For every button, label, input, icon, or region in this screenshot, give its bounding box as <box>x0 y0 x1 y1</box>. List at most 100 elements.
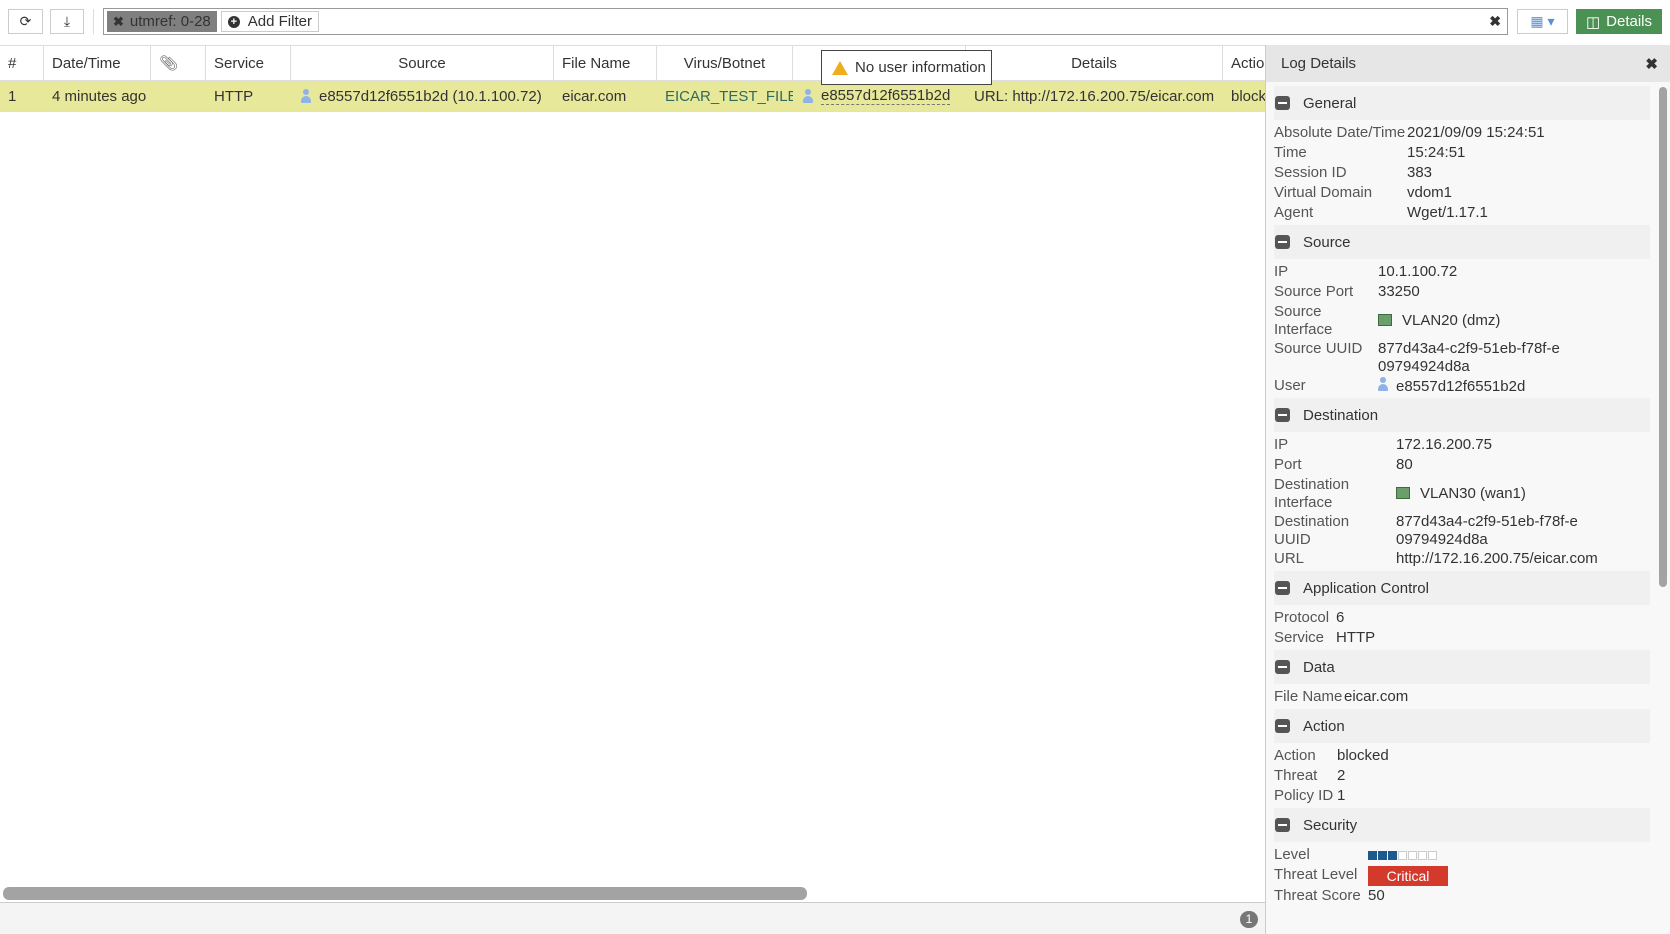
field-value: 383 <box>1407 164 1433 181</box>
add-filter-label: Add Filter <box>247 13 312 30</box>
field-row: File Name eicar.com <box>1274 687 1650 707</box>
cell-service: HTTP <box>214 87 254 105</box>
section-title: Data <box>1303 658 1335 676</box>
col-file-name[interactable]: File Name <box>554 46 657 80</box>
user-text: e8557d12f6551b2d <box>1396 378 1526 395</box>
log-details-panel: Log Details ✖ General Absolute Date/Time 2… <box>1265 45 1670 934</box>
details-toggle-button[interactable]: ◫ Details <box>1576 9 1662 34</box>
col-number[interactable]: # <box>0 46 44 80</box>
level-meter <box>1368 846 1437 864</box>
field-label: Virtual Domain <box>1274 184 1373 201</box>
section-title: Application Control <box>1303 579 1429 597</box>
tooltip: No user information <box>821 50 992 85</box>
field-label: Source UUID <box>1274 340 1363 357</box>
plus-circle-icon: + <box>227 15 240 28</box>
section-source[interactable]: Source <box>1274 225 1650 259</box>
source-text: e8557d12f6551b2d (10.1.100.72) <box>319 87 542 105</box>
user-icon <box>1378 377 1388 391</box>
collapse-icon[interactable] <box>1275 581 1290 595</box>
section-destination[interactable]: Destination <box>1274 398 1650 432</box>
field-value: vdom1 <box>1407 184 1453 201</box>
field-value: 1 <box>1337 787 1346 804</box>
field-label: Session ID <box>1274 164 1347 181</box>
field-row: Virtual Domain vdom1 <box>1274 183 1650 203</box>
col-action[interactable]: Actio <box>1223 46 1265 80</box>
table-header: # Date/Time 📎︎ Service Source File Name … <box>0 45 1265 81</box>
section-title: Security <box>1303 816 1358 834</box>
field-label: Source Interface <box>1274 303 1333 338</box>
filter-chip[interactable]: ✖ utmref: 0-28 <box>107 11 217 32</box>
toolbar-divider <box>93 9 94 34</box>
panel-title: Log Details <box>1281 55 1357 72</box>
download-button[interactable]: ⤓ <box>50 9 84 34</box>
source-uuid: 877d43a4-c2f9-51eb-f78f-e09794924d8a <box>1378 340 1560 375</box>
horizontal-scrollbar[interactable] <box>3 887 807 900</box>
source-port: 33250 <box>1378 283 1420 300</box>
column-settings-button[interactable]: ▦ ▾ <box>1517 9 1568 34</box>
user-icon <box>803 89 813 103</box>
collapse-icon[interactable] <box>1275 660 1290 674</box>
filter-bar[interactable]: ✖ utmref: 0-28 + Add Filter ✖ <box>103 8 1508 35</box>
destination-interface: VLAN30 (wan1) <box>1396 485 1526 503</box>
cell-virus-link[interactable]: EICAR_TEST_FILE <box>657 81 793 111</box>
field-row: Policy ID 1 <box>1274 786 1650 806</box>
collapse-icon[interactable] <box>1275 719 1290 733</box>
clear-filter-icon[interactable]: ✖ <box>1489 13 1501 30</box>
col-details[interactable]: Details <box>966 46 1223 80</box>
paperclip-icon: 📎︎ <box>159 55 179 72</box>
row-count-badge: 1 <box>1240 911 1258 928</box>
field-label: Service <box>1274 629 1325 646</box>
collapse-icon[interactable] <box>1275 408 1290 422</box>
field-label: Action <box>1274 747 1316 764</box>
section-action[interactable]: Action <box>1274 709 1650 743</box>
field-label: Level <box>1274 846 1310 863</box>
collapse-icon[interactable] <box>1275 818 1290 832</box>
field-value: 15:24:51 <box>1407 144 1466 161</box>
field-label: Policy ID <box>1274 787 1334 804</box>
remove-filter-icon[interactable]: ✖ <box>113 14 124 30</box>
section-application-control[interactable]: Application Control <box>1274 571 1650 605</box>
field-label: Destination Interface <box>1274 476 1350 511</box>
col-service[interactable]: Service <box>206 46 291 80</box>
user-icon <box>301 89 311 103</box>
col-source[interactable]: Source <box>291 46 554 80</box>
cell-user[interactable]: e8557d12f6551b2d <box>793 81 966 111</box>
section-data[interactable]: Data <box>1274 650 1650 684</box>
tooltip-text: No user information <box>855 59 986 76</box>
collapse-icon[interactable] <box>1275 96 1290 110</box>
cell-source: e8557d12f6551b2d (10.1.100.72) <box>291 81 554 111</box>
field-row: Absolute Date/Time 2021/09/09 15:24:51 <box>1274 123 1650 143</box>
field-row: Agent Wget/1.17.1 <box>1274 203 1650 223</box>
vertical-scrollbar[interactable] <box>1659 87 1667 587</box>
field-label: Threat Score <box>1274 887 1361 904</box>
collapse-icon[interactable] <box>1275 235 1290 249</box>
source-ip: 10.1.100.72 <box>1378 263 1458 280</box>
field-value: 2021/09/09 15:24:51 <box>1407 124 1545 141</box>
field-label: IP <box>1274 436 1289 453</box>
field-row: Threat 2 <box>1274 766 1650 786</box>
cell-action: block <box>1231 87 1265 105</box>
cell-file-name: eicar.com <box>562 87 627 105</box>
filter-chip-label: utmref: 0-28 <box>129 13 211 30</box>
interface-icon <box>1396 487 1410 499</box>
section-security[interactable]: Security <box>1274 808 1650 842</box>
source-user: e8557d12f6551b2d <box>1378 377 1525 396</box>
level-segment <box>1378 850 1387 860</box>
level-segment <box>1428 850 1437 860</box>
close-icon[interactable]: ✖ <box>1645 55 1658 73</box>
col-datetime[interactable]: Date/Time <box>44 46 151 80</box>
col-attachment[interactable]: 📎︎ <box>151 46 206 80</box>
col-virus-botnet[interactable]: Virus/Botnet <box>657 46 793 80</box>
refresh-button[interactable]: ⟳ <box>8 9 43 34</box>
table-row[interactable]: 1 4 minutes ago HTTP e8557d12f6551b2d (1… <box>0 81 1265 112</box>
field-label: Agent <box>1274 204 1314 221</box>
panel-icon: ◫ <box>1585 13 1601 31</box>
field-label: Absolute Date/Time <box>1274 124 1406 141</box>
add-filter-button[interactable]: + Add Filter <box>220 11 319 32</box>
field-row: Session ID 383 <box>1274 163 1650 183</box>
cell-number: 1 <box>8 87 17 105</box>
section-title: Destination <box>1303 406 1379 424</box>
field-row: Time 15:24:51 <box>1274 143 1650 163</box>
destination-port: 80 <box>1396 456 1413 473</box>
section-general[interactable]: General <box>1274 86 1650 120</box>
